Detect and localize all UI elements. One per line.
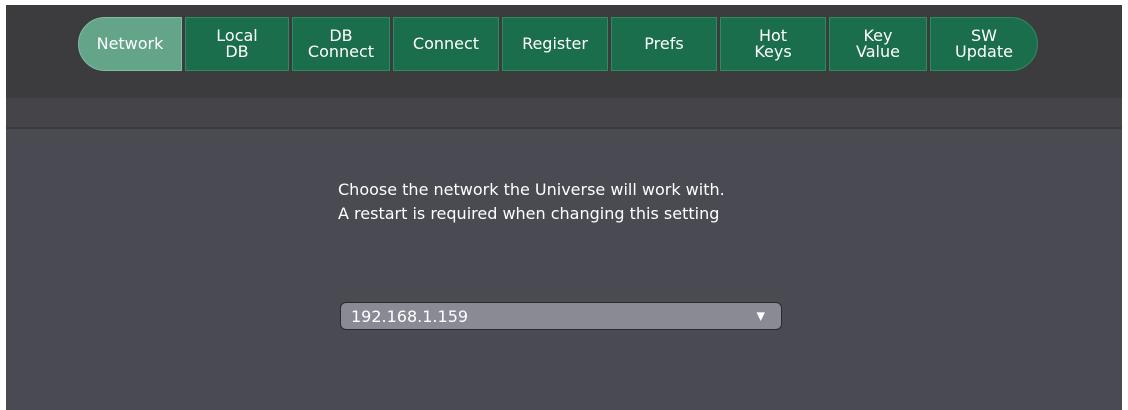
- tab-connect-label: Connect: [412, 34, 480, 53]
- tab-register-label: Register: [522, 34, 588, 53]
- header-band: [6, 98, 1122, 129]
- tab-network-label: Network: [96, 34, 164, 53]
- network-select[interactable]: 192.168.1.159 ▼: [340, 302, 782, 330]
- tab-hot-keys-label: Hot Keys: [754, 26, 792, 61]
- top-bar: Network Local DB DB Connect Connect Regi…: [6, 5, 1122, 98]
- tab-local-db[interactable]: Local DB: [185, 17, 289, 71]
- instruction-line-1: Choose the network the Universe will wor…: [338, 180, 725, 199]
- dropdown-arrow-icon: ▼: [756, 309, 765, 323]
- tab-key-value[interactable]: Key Value: [829, 17, 927, 71]
- tab-key-value-label: Key Value: [856, 26, 900, 61]
- tab-sw-update[interactable]: SW Update: [930, 17, 1038, 71]
- instruction-line-2: A restart is required when changing this…: [338, 204, 720, 223]
- tab-local-db-label: Local DB: [216, 26, 258, 61]
- tab-register[interactable]: Register: [502, 17, 608, 71]
- network-instructions: Choose the network the Universe will wor…: [338, 178, 725, 226]
- network-select-value: 192.168.1.159: [351, 306, 469, 326]
- app-window: Network Local DB DB Connect Connect Regi…: [6, 5, 1122, 410]
- tab-sw-update-label: SW Update: [955, 26, 1013, 61]
- tab-prefs[interactable]: Prefs: [611, 17, 717, 71]
- tab-hot-keys[interactable]: Hot Keys: [720, 17, 826, 71]
- tab-network[interactable]: Network: [78, 17, 182, 71]
- tab-db-connect-label: DB Connect: [307, 26, 375, 61]
- tab-prefs-label: Prefs: [644, 34, 684, 53]
- tab-bar: Network Local DB DB Connect Connect Regi…: [78, 17, 1038, 73]
- tab-db-connect[interactable]: DB Connect: [292, 17, 390, 71]
- tab-connect[interactable]: Connect: [393, 17, 499, 71]
